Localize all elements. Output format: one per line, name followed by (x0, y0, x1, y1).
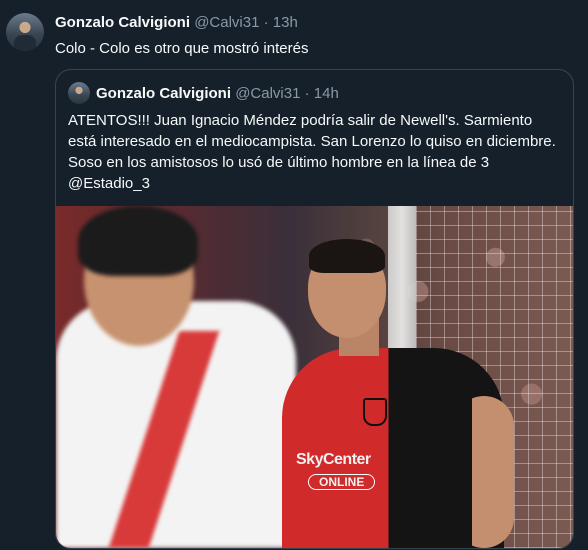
jersey-sponsor-sub: ONLINE (308, 474, 376, 490)
quoted-author-handle: @Calvi31 (235, 85, 301, 102)
player-hair (309, 239, 385, 273)
quoted-author-name: Gonzalo Calvigioni (96, 85, 232, 102)
jersey-sponsor: SkyCenter (296, 451, 371, 468)
foreground-player-hair (78, 206, 198, 276)
quoted-timestamp: 14h (313, 85, 339, 102)
quoted-author-avatar (68, 82, 90, 104)
author-handle[interactable]: @Calvi31 (194, 14, 259, 31)
author-avatar[interactable] (6, 13, 44, 51)
separator: · (263, 14, 269, 31)
author-name[interactable]: Gonzalo Calvigioni (55, 14, 190, 31)
tweet[interactable]: Gonzalo Calvigioni @Calvi31 · 13h Colo -… (0, 0, 588, 550)
tweet-photo[interactable]: SkyCenter ONLINE (56, 206, 573, 548)
tweet-timestamp[interactable]: 13h (273, 14, 298, 31)
player-arm (454, 396, 514, 548)
club-crest-icon (363, 398, 387, 426)
quoted-tweet[interactable]: Gonzalo Calvigioni @Calvi31 · 14h ATENTO… (55, 69, 574, 549)
quoted-tweet-header: Gonzalo Calvigioni @Calvi31 · 14h (96, 85, 339, 102)
tweet-text: Colo - Colo es otro que mostró interés (55, 40, 309, 57)
tweet-header: Gonzalo Calvigioni @Calvi31 · 13h (55, 14, 298, 31)
quoted-separator: · (304, 85, 310, 102)
quoted-tweet-text: ATENTOS!!! Juan Ignacio Méndez podría sa… (68, 112, 556, 192)
